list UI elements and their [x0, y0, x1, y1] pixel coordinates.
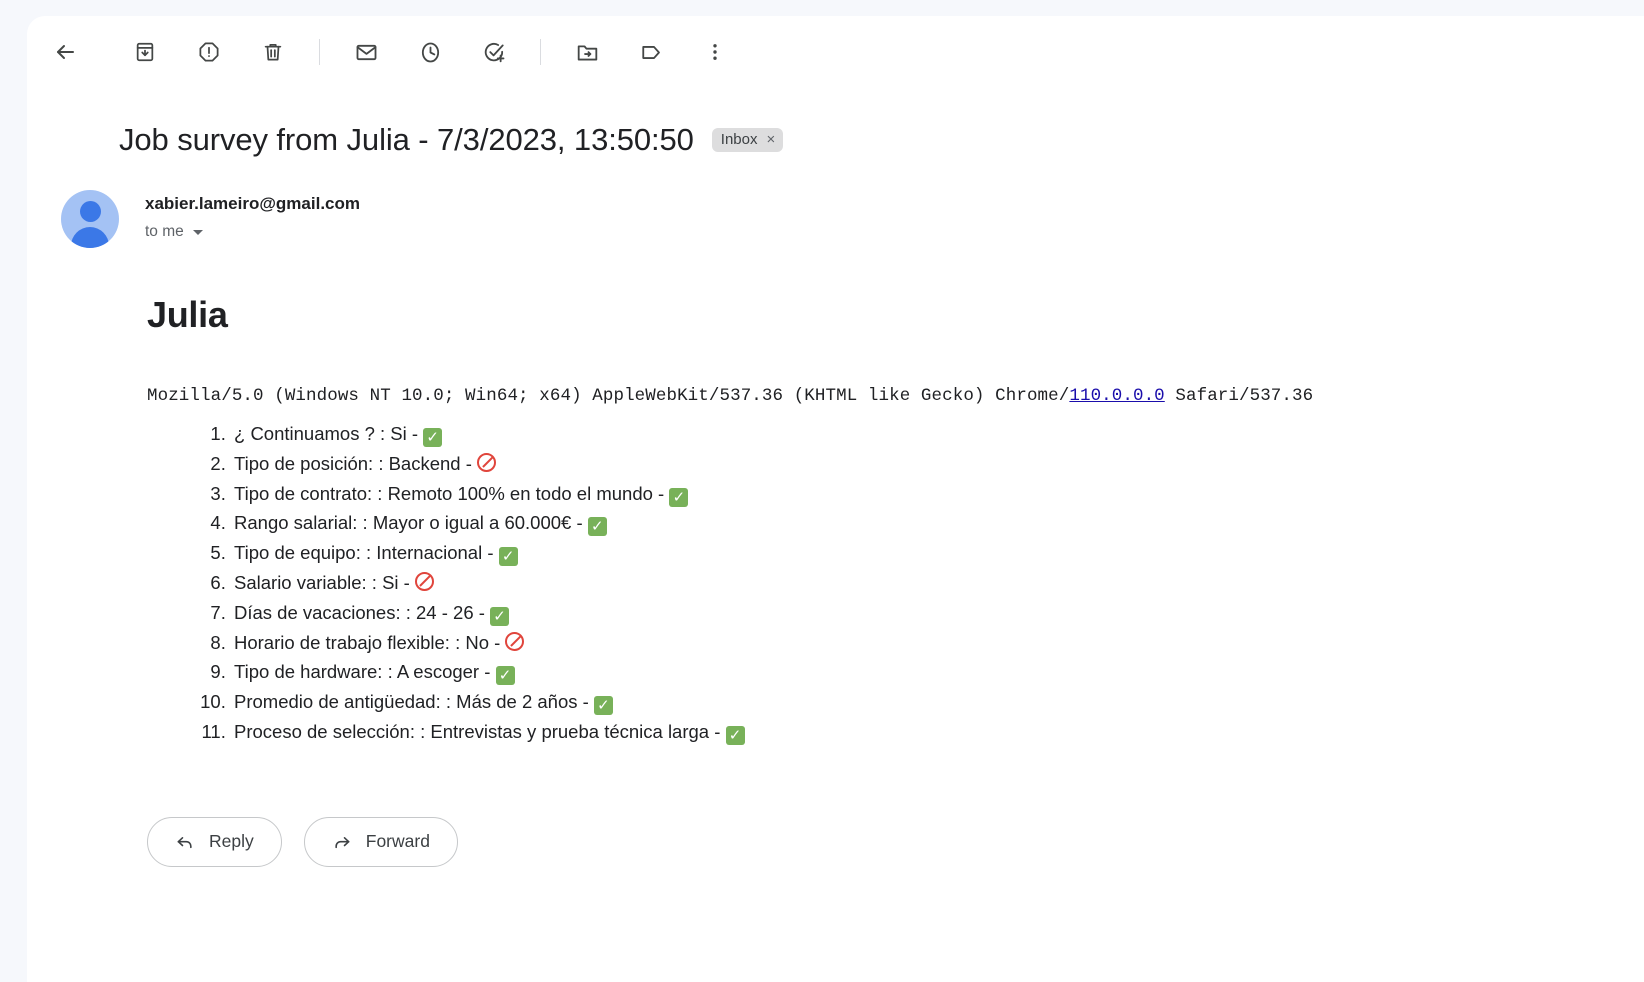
list-item: Días de vacaciones: : 24 - 26 - ✓ [231, 598, 1644, 628]
prohibited-icon [477, 452, 497, 472]
list-item: Tipo de equipo: : Internacional - ✓ [231, 538, 1644, 568]
check-circle-plus-icon [483, 41, 506, 64]
toolbar-divider-2 [540, 39, 541, 65]
reply-arrow-icon [175, 832, 209, 852]
forward-arrow-icon [332, 832, 366, 852]
survey-item-text: Tipo de contrato: : Remoto 100% en todo … [234, 482, 670, 504]
report-spam-button[interactable] [185, 28, 233, 76]
list-item: Salario variable: : Si - [231, 568, 1644, 598]
forward-button[interactable]: Forward [303, 816, 458, 867]
user-agent-suffix: Safari/537.36 [1164, 386, 1314, 406]
page-title: Job survey from Julia - 7/3/2023, 13:50:… [119, 122, 694, 157]
list-item: Tipo de posición: : Backend - [231, 449, 1644, 479]
recipients-label: to me [145, 223, 184, 240]
check-mark-icon: ✓ [495, 666, 515, 686]
label-tag-icon [640, 41, 663, 64]
list-item: Horario de trabajo flexible: : No - [231, 628, 1644, 658]
trash-icon [262, 41, 284, 63]
chevron-down-icon[interactable] [192, 229, 203, 235]
avatar[interactable] [61, 190, 119, 248]
survey-item-text: Tipo de posición: : Backend - [234, 452, 478, 474]
user-agent-prefix: Mozilla/5.0 (Windows NT 10.0; Win64; x64… [147, 386, 1070, 406]
envelope-icon [355, 41, 378, 64]
archive-button[interactable] [121, 28, 169, 76]
forward-button-label: Forward [365, 831, 430, 852]
user-agent-line: Mozilla/5.0 (Windows NT 10.0; Win64; x64… [147, 386, 1644, 406]
survey-item-text: Rango salarial: : Mayor o igual a 60.000… [234, 512, 588, 534]
folder-move-icon [576, 41, 599, 64]
survey-item-text: Horario de trabajo flexible: : No - [234, 631, 506, 653]
labels-button[interactable] [627, 28, 675, 76]
label-chip-text: Inbox [720, 131, 758, 148]
survey-item-text: Tipo de hardware: : A escoger - [234, 661, 496, 683]
delete-button[interactable] [249, 28, 297, 76]
snooze-button[interactable] [406, 28, 454, 76]
label-chip-inbox[interactable]: Inbox × [711, 128, 784, 152]
sender-row: xabier.lameiro@gmail.com to me [61, 190, 1644, 248]
recipients-toggle[interactable]: to me [145, 223, 360, 241]
avatar-body [71, 227, 109, 248]
avatar-head [79, 201, 101, 222]
check-mark-icon: ✓ [490, 606, 510, 626]
body-heading: Julia [147, 294, 228, 335]
list-item: Rango salarial: : Mayor o igual a 60.000… [231, 508, 1644, 538]
report-spam-icon [198, 41, 220, 63]
survey-item-text: Proceso de selección: : Entrevistas y pr… [234, 720, 726, 742]
reply-button[interactable]: Reply [147, 816, 282, 867]
email-view-surface: Job survey from Julia - 7/3/2023, 13:50:… [27, 16, 1644, 982]
list-item: Promedio de antigüedad: : Más de 2 años … [231, 687, 1644, 717]
back-arrow-icon [53, 40, 77, 64]
survey-item-text: Salario variable: : Si - [234, 571, 415, 593]
list-item: Tipo de hardware: : A escoger - ✓ [231, 657, 1644, 687]
survey-item-text: Tipo de equipo: : Internacional - [234, 542, 499, 564]
survey-list: ¿ Continuamos ? : Si - ✓ Tipo de posició… [147, 419, 1644, 747]
list-item: Tipo de contrato: : Remoto 100% en todo … [231, 479, 1644, 509]
email-body: Julia Mozilla/5.0 (Windows NT 10.0; Win6… [147, 294, 1644, 747]
sender-email[interactable]: xabier.lameiro@gmail.com [145, 194, 360, 214]
check-mark-icon: ✓ [498, 547, 518, 567]
more-vertical-icon [704, 41, 726, 63]
email-actions: Reply Forward [147, 816, 1644, 867]
add-to-tasks-button[interactable] [470, 28, 518, 76]
check-mark-icon: ✓ [669, 487, 689, 507]
archive-icon [134, 41, 156, 63]
prohibited-icon [505, 631, 525, 651]
check-mark-icon: ✓ [587, 517, 607, 537]
prohibited-icon [414, 571, 434, 591]
survey-item-text: Días de vacaciones: : 24 - 26 - [234, 601, 491, 623]
close-icon[interactable]: × [767, 132, 776, 147]
reply-button-label: Reply [209, 831, 254, 852]
back-button[interactable] [41, 28, 89, 76]
subject-row: Job survey from Julia - 7/3/2023, 13:50:… [119, 122, 1644, 158]
list-item: ¿ Continuamos ? : Si - ✓ [231, 419, 1644, 449]
more-button[interactable] [691, 28, 739, 76]
check-mark-icon: ✓ [423, 428, 443, 447]
survey-item-text: Promedio de antigüedad: : Más de 2 años … [234, 691, 594, 713]
clock-icon [419, 41, 442, 64]
mark-unread-button[interactable] [342, 28, 390, 76]
survey-item-text: ¿ Continuamos ? : Si - [234, 423, 424, 444]
check-mark-icon: ✓ [725, 725, 745, 745]
check-mark-icon: ✓ [593, 696, 613, 716]
sender-meta: xabier.lameiro@gmail.com to me [145, 190, 360, 241]
move-to-button[interactable] [563, 28, 611, 76]
email-toolbar [27, 16, 1644, 88]
toolbar-divider [319, 39, 320, 65]
list-item: Proceso de selección: : Entrevistas y pr… [231, 717, 1644, 747]
chrome-version-link[interactable]: 110.0.0.0 [1069, 386, 1164, 406]
